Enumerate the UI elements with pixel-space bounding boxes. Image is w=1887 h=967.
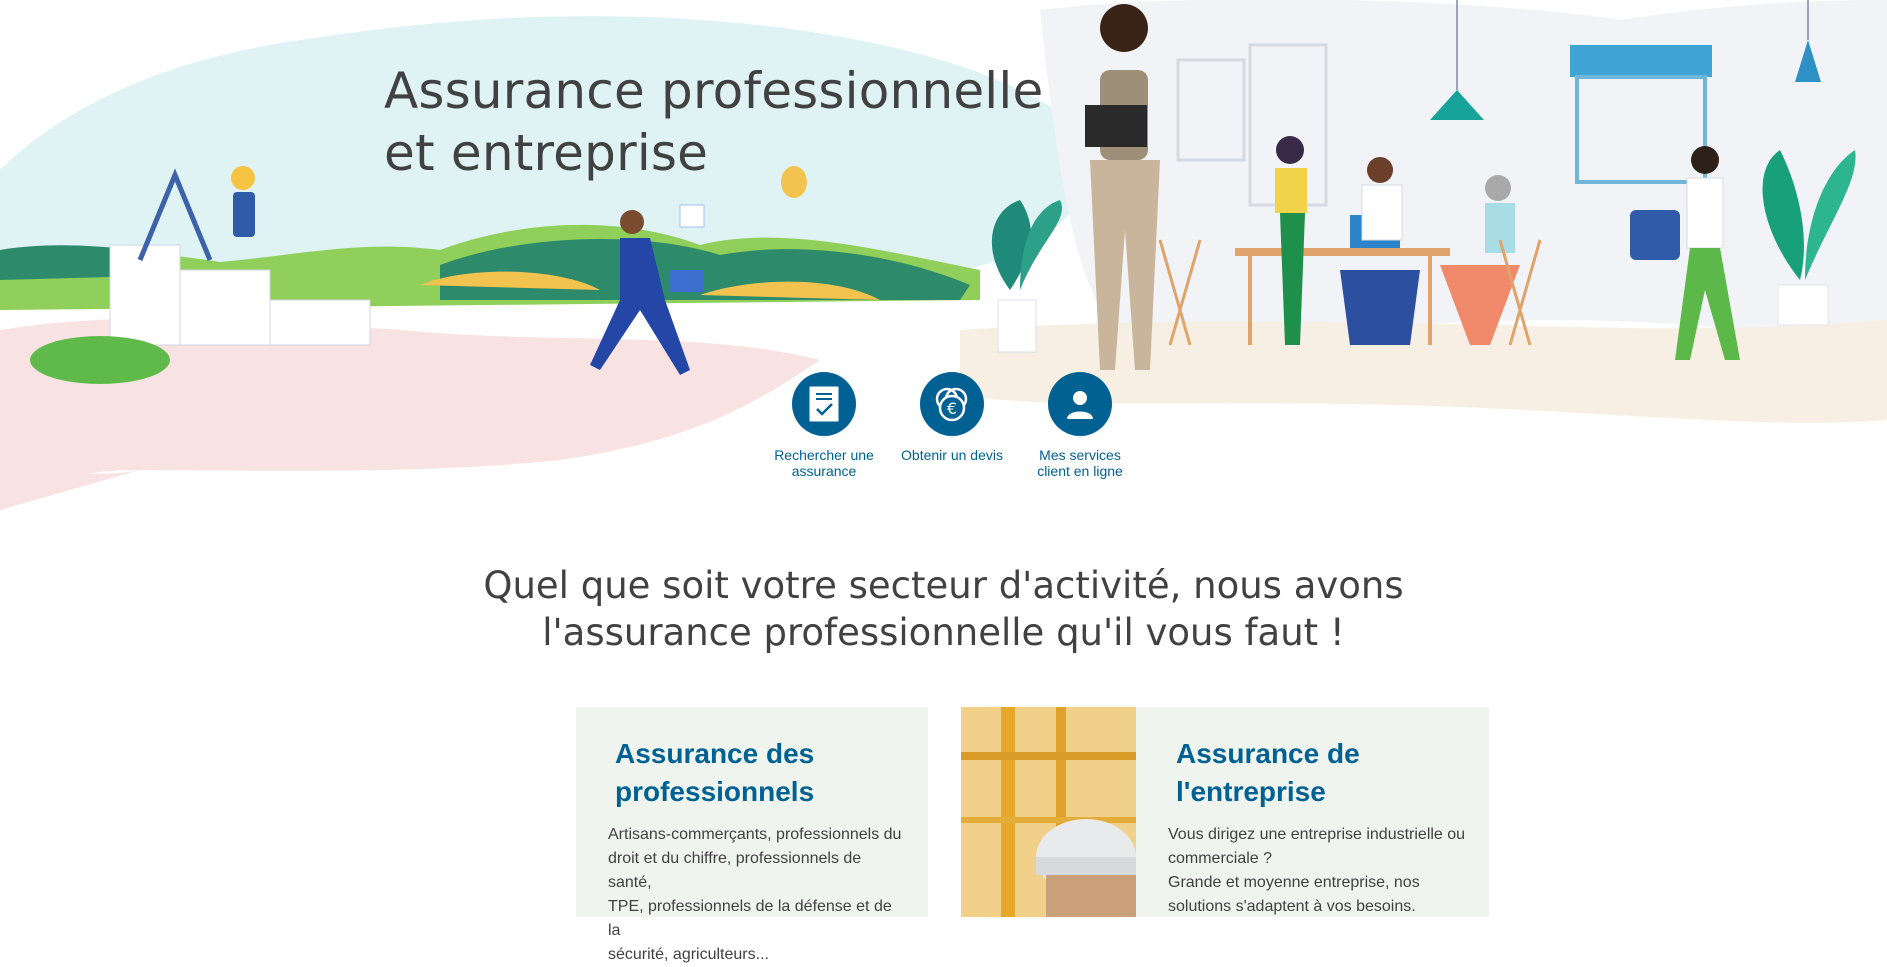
document-check-icon [792, 372, 856, 436]
card-text-line: solutions s'adaptent à vos besoins. [1168, 898, 1416, 915]
card-text-line: droit et du chiffre, professionnels de s… [608, 850, 862, 891]
user-icon [1048, 372, 1112, 436]
card-text-line: commerciale ? [1168, 850, 1273, 867]
label-line: Mes services [1039, 447, 1121, 463]
card-title[interactable]: Assurance des professionnels [615, 735, 814, 811]
page-title-line1: Assurance professionnelle [384, 62, 1044, 120]
card-description: Artisans-commerçants, professionnels du … [608, 823, 908, 967]
section-title-line1: Quel que soit votre secteur d'activité, … [483, 564, 1404, 607]
card-title-line: Assurance de [1176, 738, 1360, 769]
hero-banner: Assurance professionnelle et entreprise … [0, 0, 1887, 510]
card-text-line: sécurité, agriculteurs... [608, 946, 769, 963]
section-title: Quel que soit votre secteur d'activité, … [0, 562, 1887, 656]
card-text-line: TPE, professionnels de la défense et de … [608, 898, 892, 939]
page-title-line2: et entreprise [384, 124, 709, 182]
card-description: Vous dirigez une entreprise industrielle… [1168, 823, 1468, 919]
card-text-line: Grande et moyenne entreprise, nos [1168, 874, 1420, 891]
online-services-link[interactable]: Mes services client en ligne [1016, 372, 1144, 479]
euro-coin-icon: € [920, 372, 984, 436]
svg-text:€: € [947, 399, 957, 418]
label-line: assurance [791, 463, 857, 479]
search-insurance-label: Rechercher une assurance [769, 447, 879, 479]
construction-worker-photo [961, 707, 1136, 917]
page-title: Assurance professionnelle et entreprise [384, 60, 1043, 184]
label-line: Obtenir un devis [901, 447, 1003, 463]
search-insurance-link[interactable]: Rechercher une assurance [760, 372, 888, 479]
quick-links: Rechercher une assurance € Obtenir un de… [760, 372, 1144, 479]
card-text-line: Artisans-commerçants, professionnels du [608, 826, 902, 843]
online-services-label: Mes services client en ligne [1025, 447, 1135, 479]
business-insurance-card[interactable]: Assurance de l'entreprise Vous dirigez u… [1136, 707, 1489, 917]
card-title-line: Assurance des [615, 738, 815, 769]
section-title-line2: l'assurance professionnelle qu'il vous f… [542, 611, 1345, 654]
get-quote-link[interactable]: € Obtenir un devis [888, 372, 1016, 479]
card-title[interactable]: Assurance de l'entreprise [1176, 735, 1360, 811]
card-title-line: l'entreprise [1176, 776, 1326, 807]
label-line: Rechercher une [774, 447, 874, 463]
label-line: client en ligne [1037, 463, 1123, 479]
card-text-line: Vous dirigez une entreprise industrielle… [1168, 826, 1466, 843]
get-quote-label: Obtenir un devis [897, 447, 1007, 463]
professionals-insurance-card[interactable]: Assurance des professionnels Artisans-co… [576, 707, 928, 963]
card-title-line: professionnels [615, 776, 815, 807]
